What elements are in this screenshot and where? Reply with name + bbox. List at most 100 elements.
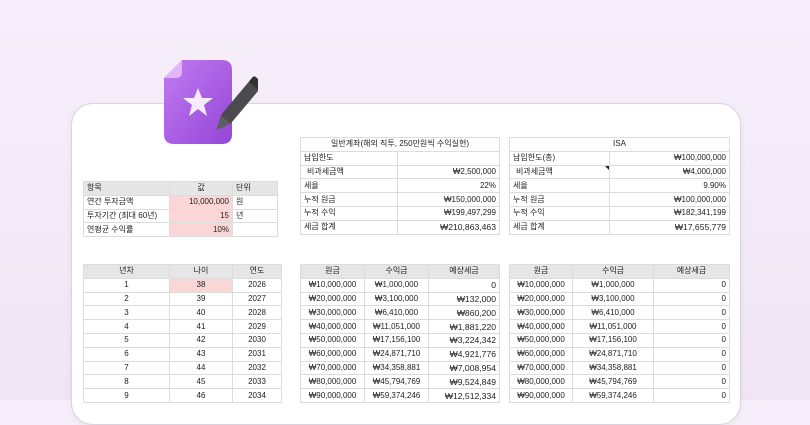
summary-value[interactable]: ₩2,500,000	[397, 164, 500, 180]
year-row: 6 43 2031	[83, 346, 282, 362]
general-row-cell[interactable]: ₩10,000,000	[300, 277, 365, 293]
general-row-cell[interactable]: ₩9,524,849	[428, 374, 500, 390]
summary-value[interactable]: 22%	[397, 178, 500, 194]
year-row-cell[interactable]: 2031	[232, 346, 282, 362]
general-row-cell[interactable]: ₩70,000,000	[300, 360, 365, 376]
general-row-cell[interactable]: ₩4,921,776	[428, 346, 500, 362]
isa-row-cell[interactable]: 0	[653, 305, 730, 321]
general-row-cell[interactable]: ₩11,051,000	[364, 319, 429, 334]
isa-row-cell[interactable]: ₩50,000,000	[509, 332, 573, 348]
general-row-cell[interactable]: ₩59,374,246	[364, 388, 429, 403]
isa-row-cell[interactable]: ₩11,051,000	[572, 319, 654, 334]
general-row-cell[interactable]: ₩24,871,710	[364, 346, 429, 362]
general-row-cell[interactable]: ₩60,000,000	[300, 346, 365, 362]
isa-row-cell[interactable]: 0	[653, 360, 730, 376]
general-row-cell[interactable]: ₩860,200	[428, 305, 500, 321]
general-row-cell[interactable]: ₩132,000	[428, 291, 500, 307]
summary-value[interactable]: ₩100,000,000	[609, 192, 730, 207]
year-row-cell[interactable]: 2034	[232, 388, 282, 403]
general-row-cell[interactable]: ₩17,156,100	[364, 332, 429, 348]
year-row-cell[interactable]: 41	[169, 319, 233, 334]
isa-row-cell[interactable]: ₩90,000,000	[509, 388, 573, 403]
isa-row-cell[interactable]: ₩10,000,000	[509, 277, 573, 293]
annual-investment-input[interactable]: 10,000,000	[169, 194, 233, 210]
year-row-cell[interactable]: 8	[83, 374, 170, 390]
year-row-cell[interactable]: 2029	[232, 319, 282, 334]
isa-row-cell[interactable]: ₩30,000,000	[509, 305, 573, 321]
isa-row-cell[interactable]: 0	[653, 332, 730, 348]
summary-total-row: 세금 합계 ₩210,863,463	[300, 219, 500, 235]
isa-row-cell[interactable]: ₩24,871,710	[572, 346, 654, 362]
summary-value[interactable]: ₩100,000,000	[609, 150, 730, 166]
isa-row-cell[interactable]: ₩59,374,246	[572, 388, 654, 403]
year-row-cell[interactable]: 2026	[232, 277, 282, 293]
year-row-cell[interactable]: 6	[83, 346, 170, 362]
year-row-cell[interactable]: 44	[169, 360, 233, 376]
general-row-cell[interactable]: ₩30,000,000	[300, 305, 365, 321]
isa-row-cell[interactable]: ₩3,100,000	[572, 291, 654, 307]
general-row-cell[interactable]: ₩3,100,000	[364, 291, 429, 307]
general-row-cell[interactable]: ₩7,008,954	[428, 360, 500, 376]
investment-period-input[interactable]: 15	[169, 208, 233, 224]
isa-row-cell[interactable]: ₩40,000,000	[509, 319, 573, 334]
summary-value[interactable]: ₩150,000,000	[397, 192, 500, 207]
isa-row-cell[interactable]: ₩20,000,000	[509, 291, 573, 307]
isa-row-cell[interactable]: ₩17,156,100	[572, 332, 654, 348]
isa-row-cell[interactable]: ₩60,000,000	[509, 346, 573, 362]
summary-value[interactable]	[397, 150, 500, 166]
general-row-cell[interactable]: ₩34,358,881	[364, 360, 429, 376]
summary-value[interactable]: ₩4,000,000	[609, 164, 730, 180]
general-row-cell[interactable]: ₩90,000,000	[300, 388, 365, 403]
isa-row-cell[interactable]: ₩34,358,881	[572, 360, 654, 376]
general-row-cell[interactable]: ₩6,410,000	[364, 305, 429, 321]
return-rate-input[interactable]: 10%	[169, 222, 233, 238]
general-row-cell[interactable]: 0	[428, 277, 500, 293]
year-row-cell[interactable]: 9	[83, 388, 170, 403]
year-row-cell[interactable]: 3	[83, 305, 170, 321]
year-row-cell[interactable]: 42	[169, 332, 233, 348]
general-row-cell[interactable]: ₩1,881,220	[428, 319, 500, 334]
summary-value[interactable]: ₩199,497,299	[397, 205, 500, 221]
year-row-cell[interactable]: 45	[169, 374, 233, 390]
year-row-cell[interactable]: 43	[169, 346, 233, 362]
summary-value[interactable]: ₩182,341,199	[609, 205, 730, 221]
year-row-cell[interactable]: 2032	[232, 360, 282, 376]
general-row-cell[interactable]: ₩80,000,000	[300, 374, 365, 390]
general-row-cell[interactable]: ₩40,000,000	[300, 319, 365, 334]
isa-row-cell[interactable]: ₩45,794,769	[572, 374, 654, 390]
isa-row-cell[interactable]: 0	[653, 374, 730, 390]
year-row-cell[interactable]: 2	[83, 291, 170, 307]
isa-row-cell[interactable]: 0	[653, 346, 730, 362]
isa-row-cell[interactable]: 0	[653, 319, 730, 334]
isa-row-cell[interactable]: 0	[653, 277, 730, 293]
isa-row-cell[interactable]: ₩6,410,000	[572, 305, 654, 321]
year-row-cell[interactable]: 4	[83, 319, 170, 334]
isa-row-cell[interactable]: ₩70,000,000	[509, 360, 573, 376]
year-row-cell[interactable]: 39	[169, 291, 233, 307]
general-row-cell[interactable]: ₩50,000,000	[300, 332, 365, 348]
summary-label: 납입한도(총)	[509, 150, 610, 166]
year-row-cell[interactable]: 1	[83, 277, 170, 293]
year-row-cell[interactable]: 2030	[232, 332, 282, 348]
isa-row-cell[interactable]: ₩80,000,000	[509, 374, 573, 390]
summary-total-value[interactable]: ₩210,863,463	[397, 219, 500, 235]
general-row-cell[interactable]: ₩3,224,342	[428, 332, 500, 348]
general-row-cell[interactable]: ₩45,794,769	[364, 374, 429, 390]
summary-value[interactable]: 9.90%	[609, 178, 730, 194]
summary-total-value[interactable]: ₩17,655,779	[609, 219, 730, 235]
year-row-cell[interactable]: 2028	[232, 305, 282, 321]
year-row-cell[interactable]: 2027	[232, 291, 282, 307]
general-row-cell[interactable]: ₩1,000,000	[364, 277, 429, 293]
year-row-cell[interactable]: 2033	[232, 374, 282, 390]
year-row-cell[interactable]: 5	[83, 332, 170, 348]
header-profit: 수익금	[364, 264, 429, 279]
year-row-cell[interactable]: 46	[169, 388, 233, 403]
general-row-cell[interactable]: ₩20,000,000	[300, 291, 365, 307]
year-row-cell[interactable]: 38	[169, 277, 233, 293]
isa-row-cell[interactable]: ₩1,000,000	[572, 277, 654, 293]
isa-row-cell[interactable]: 0	[653, 388, 730, 403]
general-row-cell[interactable]: ₩12,512,334	[428, 388, 500, 403]
year-row-cell[interactable]: 7	[83, 360, 170, 376]
isa-row-cell[interactable]: 0	[653, 291, 730, 307]
year-row-cell[interactable]: 40	[169, 305, 233, 321]
